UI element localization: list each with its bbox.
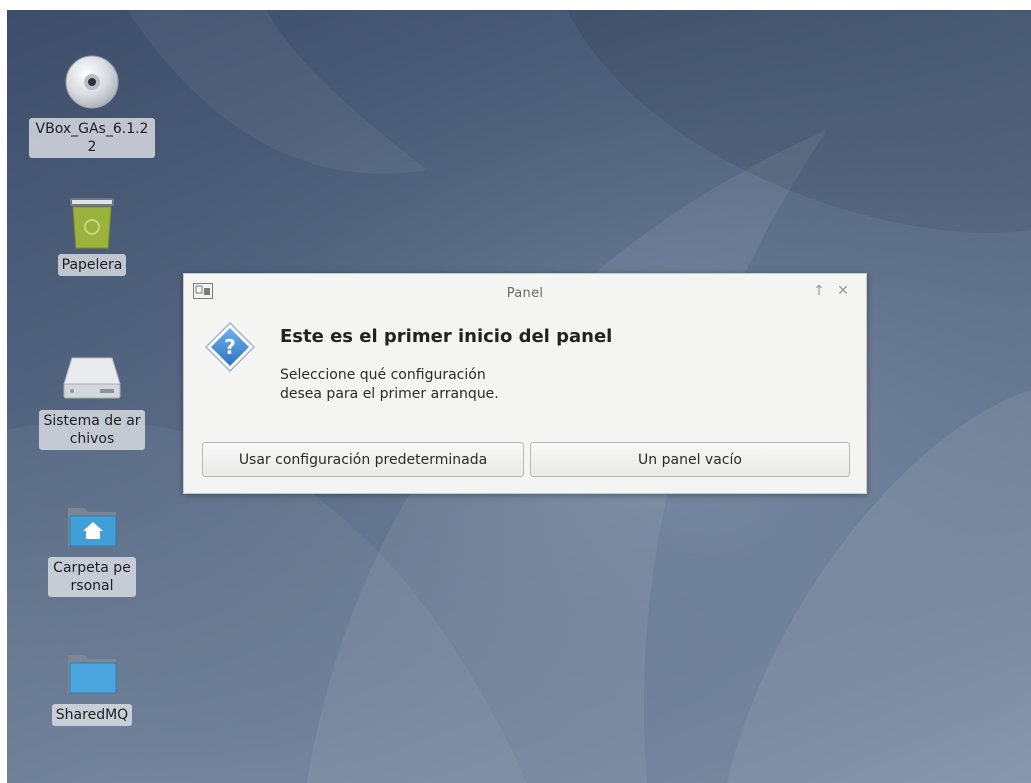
dialog-heading: Este es el primer inicio del panel — [280, 326, 613, 347]
hard-drive-icon — [60, 348, 124, 408]
svg-text:?: ? — [224, 335, 236, 359]
desktop-icon-label: VBox_GAs_6.1.22 — [29, 118, 155, 158]
panel-dialog: Panel ↑ ✕ ? Este es el primer inicio del… — [183, 273, 867, 494]
dialog-title: Panel — [506, 285, 544, 301]
description-line: Seleccione qué configuración — [280, 367, 486, 383]
desktop-icon-label: Papelera — [57, 254, 127, 276]
close-icon[interactable]: ✕ — [834, 283, 852, 299]
dialog-content: ? Este es el primer inicio del panel Sel… — [184, 312, 866, 434]
desktop-icon-vbox[interactable]: VBox_GAs_6.1.22 — [27, 52, 157, 158]
folder-icon — [60, 642, 124, 702]
dialog-description: Seleccione qué configuración desea para … — [280, 366, 499, 404]
trash-icon — [60, 192, 124, 252]
desktop-icon-home[interactable]: Carpeta personal — [27, 495, 157, 597]
dialog-titlebar[interactable]: Panel ↑ ✕ — [184, 274, 866, 312]
desktop-icon-filesystem[interactable]: Sistema de archivos — [27, 348, 157, 450]
desktop-icon-trash[interactable]: Papelera — [27, 192, 157, 276]
description-line: desea para el primer arranque. — [280, 386, 499, 402]
desktop-icon-label: SharedMQ — [51, 704, 133, 726]
home-folder-icon — [60, 495, 124, 555]
desktop-icon-label: Carpeta personal — [48, 557, 136, 597]
keep-above-icon[interactable]: ↑ — [810, 283, 828, 299]
desktop-icon-label: Sistema de archivos — [39, 410, 145, 450]
window-menu-icon[interactable] — [193, 283, 213, 299]
question-icon: ? — [204, 321, 256, 373]
cd-disc-icon — [60, 52, 124, 112]
use-default-config-button[interactable]: Usar configuración predeterminada — [202, 442, 524, 477]
desktop-icon-sharedmq[interactable]: SharedMQ — [27, 642, 157, 726]
empty-panel-button[interactable]: Un panel vacío — [530, 442, 850, 477]
